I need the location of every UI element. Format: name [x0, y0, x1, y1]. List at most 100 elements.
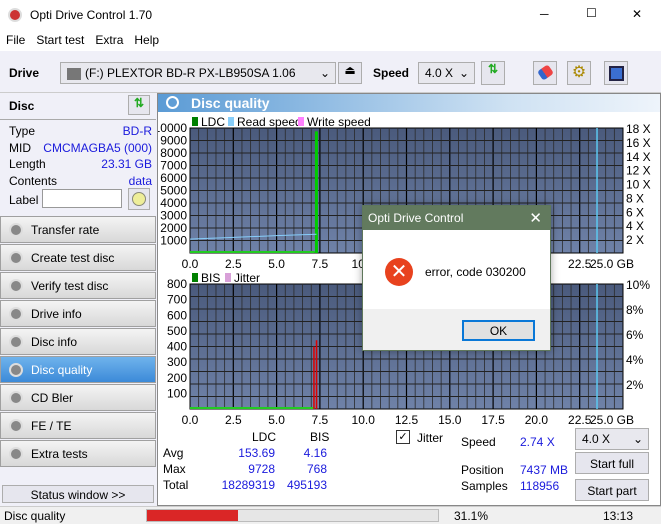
test-speed-value: 4.0 X — [582, 432, 611, 446]
stat-row-label: Max — [163, 462, 186, 476]
start-part-button[interactable]: Start part — [575, 479, 649, 501]
disc-field-value: BD-R — [122, 124, 152, 138]
x-tick-label: 25.0 GB — [590, 413, 634, 424]
speed-stat-value: 2.74 X — [520, 435, 555, 449]
maximize-button[interactable]: ☐ — [586, 6, 597, 20]
eject-button[interactable]: ⏏ — [338, 62, 362, 84]
x-tick-label: 20.0 — [525, 413, 549, 424]
nav-label: Drive info — [31, 307, 82, 321]
clock: 13:13 — [603, 509, 634, 523]
nav-item[interactable]: Drive info — [0, 300, 156, 327]
legend-label: Write speed — [307, 115, 371, 129]
x-tick-label: 25.0 GB — [590, 257, 634, 271]
dialog-close-button[interactable]: ✕ — [529, 209, 542, 227]
nav-icon — [9, 307, 23, 321]
test-speed-select[interactable]: 4.0 X ⌄ — [575, 428, 649, 450]
nav-icon — [9, 363, 23, 377]
y2-tick-label: 18 X — [626, 122, 651, 136]
jitter-checkbox[interactable]: ✓ — [396, 430, 410, 444]
y-tick-label: 700 — [167, 293, 187, 307]
y2-tick-label: 4 X — [626, 219, 644, 233]
menu-extra[interactable]: Extra — [89, 30, 128, 47]
status-bar: Disc quality 31.1% 13:13 — [0, 506, 661, 524]
disc-icon — [132, 192, 146, 206]
stat-ldc: 18289319 — [221, 478, 275, 492]
drive-select[interactable]: (F:) PLEXTOR BD-R PX-LB950SA 1.06 ⌄ — [60, 62, 336, 84]
chevron-down-icon: ⌄ — [632, 432, 643, 446]
disc-field-label: MID — [9, 140, 31, 155]
legend-swatch — [225, 273, 231, 282]
speed-select[interactable]: 4.0 X ⌄ — [418, 62, 475, 84]
y-tick-label: 200 — [167, 371, 187, 385]
legend-label: LDC — [201, 115, 225, 129]
x-tick-label: 15.0 — [438, 413, 462, 424]
nav-icon — [9, 419, 23, 433]
nav-item[interactable]: Transfer rate — [0, 216, 156, 243]
y2-tick-label: 12 X — [626, 164, 651, 178]
ok-button[interactable]: OK — [462, 320, 535, 341]
refresh-button[interactable]: ⇅ — [481, 61, 505, 85]
chevron-down-icon: ⌄ — [319, 66, 330, 80]
dialog-footer: OK — [363, 309, 550, 350]
speed-label: Speed — [373, 66, 410, 80]
erase-button[interactable] — [533, 61, 557, 85]
legend-swatch — [228, 117, 234, 126]
nav-icon — [9, 391, 23, 405]
settings-button[interactable]: ⚙ — [567, 61, 591, 85]
drive-label: Drive — [9, 66, 40, 80]
nav-item[interactable]: Disc info — [0, 328, 156, 355]
nav-item[interactable]: Verify test disc — [0, 272, 156, 299]
menu-help[interactable]: Help — [128, 30, 164, 47]
nav-item[interactable]: Disc quality — [0, 356, 156, 383]
samples-label: Samples — [461, 479, 508, 493]
floppy-icon — [609, 66, 624, 81]
drive-value: (F:) PLEXTOR BD-R PX-LB950SA 1.06 — [85, 66, 296, 80]
save-button[interactable] — [604, 61, 628, 85]
disc-field-value: 23.31 GB — [101, 157, 152, 171]
progress-bar — [146, 509, 439, 522]
position-value: 7437 MB — [520, 463, 569, 477]
menu-start-test[interactable]: Start test — [30, 30, 89, 47]
x-tick-label: 0.0 — [182, 413, 199, 424]
x-tick-label: 5.0 — [268, 413, 285, 424]
status-window-button[interactable]: Status window >> — [2, 485, 154, 503]
y2-tick-label: 8 X — [626, 191, 644, 205]
nav-icon — [9, 447, 23, 461]
y2-tick-label: 10 X — [626, 178, 651, 192]
y2-tick-label: 16 X — [626, 136, 651, 150]
close-button[interactable]: ✕ — [632, 7, 642, 21]
nav-item[interactable]: CD Bler — [0, 384, 156, 411]
window-title: Opti Drive Control 1.70 — [30, 8, 153, 22]
nav-item[interactable]: Create test disc — [0, 244, 156, 271]
col-ldc: LDC — [252, 430, 277, 444]
label-disc-button[interactable] — [128, 188, 150, 210]
position-label: Position — [461, 463, 504, 477]
menu-file[interactable]: File — [0, 30, 30, 47]
x-tick-label: 12.5 — [395, 413, 419, 424]
y-tick-label: 400 — [167, 340, 187, 354]
sidebar: Disc ⇅ Type BD-R MID CMCMAGBA5 (000) Length 2… — [0, 93, 157, 506]
x-tick-label: 2.5 — [225, 257, 242, 271]
y2-tick-label: 6 X — [626, 205, 644, 219]
error-dialog: Opti Drive Control ✕ ✕ error, code 03020… — [362, 205, 551, 351]
y2-tick-label: 6% — [626, 328, 644, 342]
y2-tick-label: 2 X — [626, 233, 644, 247]
label-input[interactable] — [42, 189, 122, 208]
disc-quality-icon — [166, 96, 179, 109]
menu-bar: File Start test Extra Help — [0, 30, 661, 51]
disc-refresh-button[interactable]: ⇅ — [128, 95, 150, 115]
stat-bis: 4.16 — [303, 446, 327, 460]
nav-label: Create test disc — [31, 251, 115, 265]
nav-icon — [9, 279, 23, 293]
disc-field-value: data — [128, 173, 152, 188]
minimize-button[interactable]: ─ — [540, 7, 549, 21]
speed-value: 4.0 X — [425, 66, 454, 80]
nav-item[interactable]: Extra tests — [0, 440, 156, 467]
nav-icon — [9, 251, 23, 265]
y-tick-label: 100 — [167, 386, 187, 400]
nav-label: Disc info — [31, 335, 78, 349]
nav-item[interactable]: FE / TE — [0, 412, 156, 439]
start-full-button[interactable]: Start full — [575, 452, 649, 474]
legend-label: Jitter — [234, 271, 260, 285]
x-tick-label: 7.5 — [312, 257, 329, 271]
